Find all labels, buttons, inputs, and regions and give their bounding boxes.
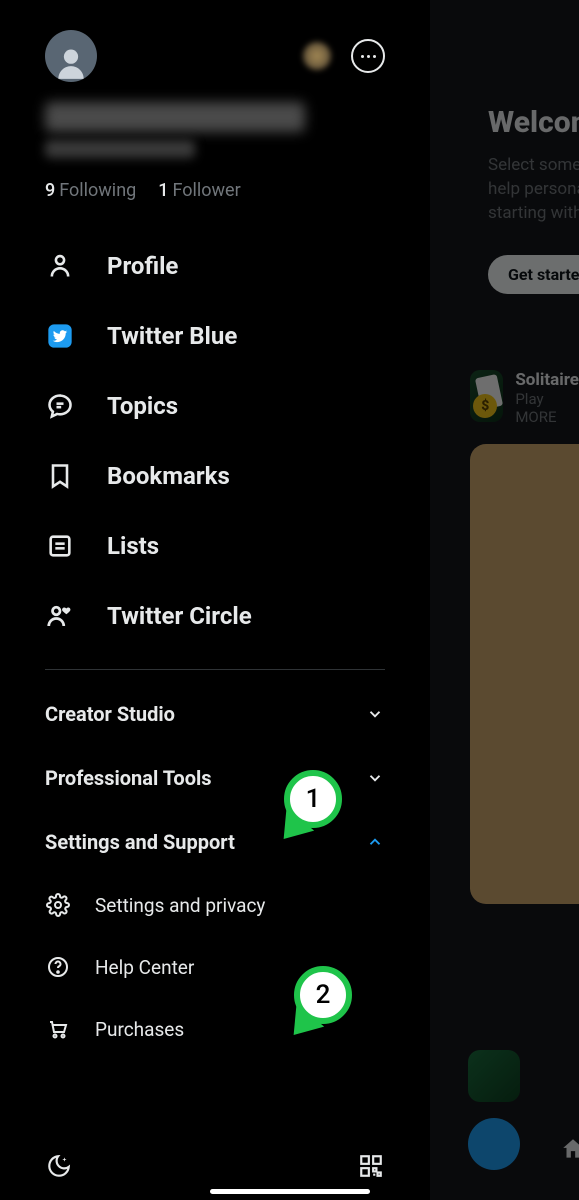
- chevron-down-icon: [365, 768, 385, 788]
- annotation-callout-2: 2: [294, 966, 352, 1024]
- lists-icon: [45, 531, 75, 561]
- app-tile: [468, 1050, 520, 1102]
- home-tab-icon[interactable]: [560, 1136, 579, 1166]
- nav-label: Topics: [107, 392, 178, 420]
- welcome-heading: Welcome: [430, 0, 579, 140]
- annotation-callout-1: 1: [284, 770, 342, 828]
- navigation-drawer: 9Following 1Follower Profile Twitter Blu…: [0, 0, 430, 1200]
- nav-label: Twitter Circle: [107, 602, 252, 630]
- qr-code-icon[interactable]: [357, 1152, 385, 1180]
- nav-label: Lists: [107, 532, 159, 560]
- promo-card: Solitaire Play MORE: [470, 370, 579, 426]
- promo-card-title: Solitaire: [515, 370, 579, 390]
- background-screen: Welcome Select some topics help personal…: [430, 0, 579, 1200]
- section-label: Professional Tools: [45, 766, 212, 790]
- promo-media: [470, 444, 579, 904]
- person-icon: [45, 251, 75, 281]
- promo-card-line: Play: [515, 390, 579, 408]
- bookmark-icon: [45, 461, 75, 491]
- twitter-blue-icon: [45, 321, 75, 351]
- cart-icon: [45, 1016, 71, 1042]
- section-creator-studio[interactable]: Creator Studio: [0, 682, 430, 746]
- sub-label: Settings and privacy: [95, 894, 265, 917]
- sub-label: Purchases: [95, 1018, 184, 1041]
- home-indicator: [210, 1189, 370, 1194]
- nav-label: Profile: [107, 252, 178, 280]
- gear-icon: [45, 892, 71, 918]
- section-label: Creator Studio: [45, 702, 175, 726]
- more-accounts-button[interactable]: [351, 39, 385, 73]
- welcome-subtext: Select some topics help personalize star…: [430, 140, 579, 225]
- twitter-circle-icon: [45, 601, 75, 631]
- get-started-button[interactable]: Get started: [488, 255, 579, 294]
- dark-mode-icon[interactable]: [45, 1152, 73, 1180]
- section-label: Settings and Support: [45, 830, 235, 854]
- section-professional-tools[interactable]: Professional Tools: [0, 746, 430, 810]
- sub-label: Help Center: [95, 956, 194, 979]
- nav-twitter-blue[interactable]: Twitter Blue: [0, 301, 430, 371]
- profile-info[interactable]: [0, 82, 430, 158]
- display-name-redacted: [45, 102, 305, 132]
- app-tile: [468, 1118, 520, 1170]
- nav-bookmarks[interactable]: Bookmarks: [0, 441, 430, 511]
- promo-card-image: [470, 370, 503, 422]
- sub-help-center[interactable]: Help Center: [0, 936, 430, 998]
- promo-card-line: MORE: [515, 408, 579, 426]
- account-switcher-icon[interactable]: [303, 42, 331, 70]
- nav-label: Bookmarks: [107, 462, 230, 490]
- help-icon: [45, 954, 71, 980]
- sub-purchases[interactable]: Purchases: [0, 998, 430, 1060]
- chevron-down-icon: [365, 704, 385, 724]
- handle-redacted: [45, 140, 195, 158]
- topics-icon: [45, 391, 75, 421]
- nav-lists[interactable]: Lists: [0, 511, 430, 581]
- nav-profile[interactable]: Profile: [0, 231, 430, 301]
- nav-topics[interactable]: Topics: [0, 371, 430, 441]
- section-settings-support[interactable]: Settings and Support: [0, 810, 430, 874]
- following-stat[interactable]: 9Following: [45, 180, 136, 201]
- chevron-up-icon: [365, 832, 385, 852]
- followers-stat[interactable]: 1Follower: [158, 180, 240, 201]
- avatar[interactable]: [45, 30, 97, 82]
- nav-label: Twitter Blue: [107, 322, 237, 350]
- nav-twitter-circle[interactable]: Twitter Circle: [0, 581, 430, 651]
- sub-settings-privacy[interactable]: Settings and privacy: [0, 874, 430, 936]
- divider: [45, 669, 385, 670]
